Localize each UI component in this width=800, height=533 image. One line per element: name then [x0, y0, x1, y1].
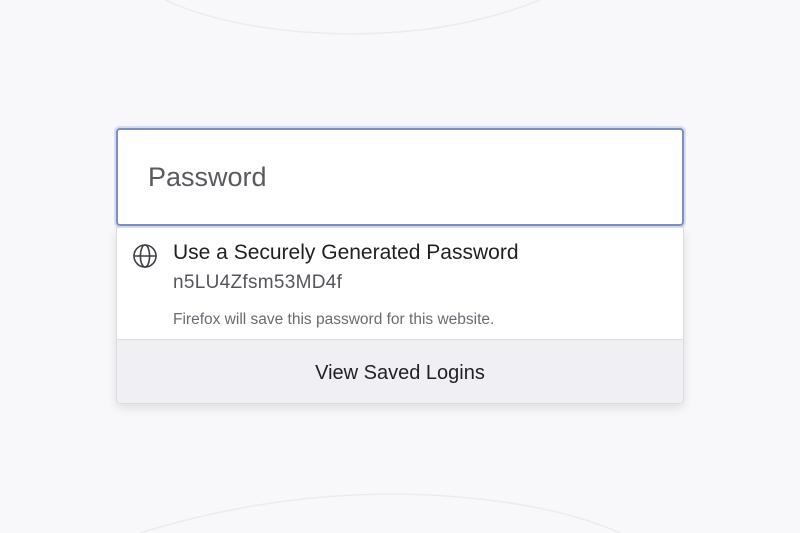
view-saved-logins-button[interactable]: View Saved Logins: [117, 339, 683, 403]
generated-password-value: n5LU4Zfsm53MD4f: [173, 272, 343, 293]
view-saved-logins-label: View Saved Logins: [315, 361, 485, 384]
password-field[interactable]: [116, 128, 684, 226]
globe-icon: [133, 244, 157, 268]
password-input[interactable]: [146, 160, 682, 194]
save-password-note: Firefox will save this password for this…: [173, 311, 495, 328]
suggestion-title: Use a Securely Generated Password: [173, 241, 519, 264]
generated-password-suggestion[interactable]: Use a Securely Generated Password n5LU4Z…: [117, 228, 683, 339]
autocomplete-popup: Use a Securely Generated Password n5LU4Z…: [116, 227, 684, 404]
page: Use a Securely Generated Password n5LU4Z…: [0, 0, 800, 533]
